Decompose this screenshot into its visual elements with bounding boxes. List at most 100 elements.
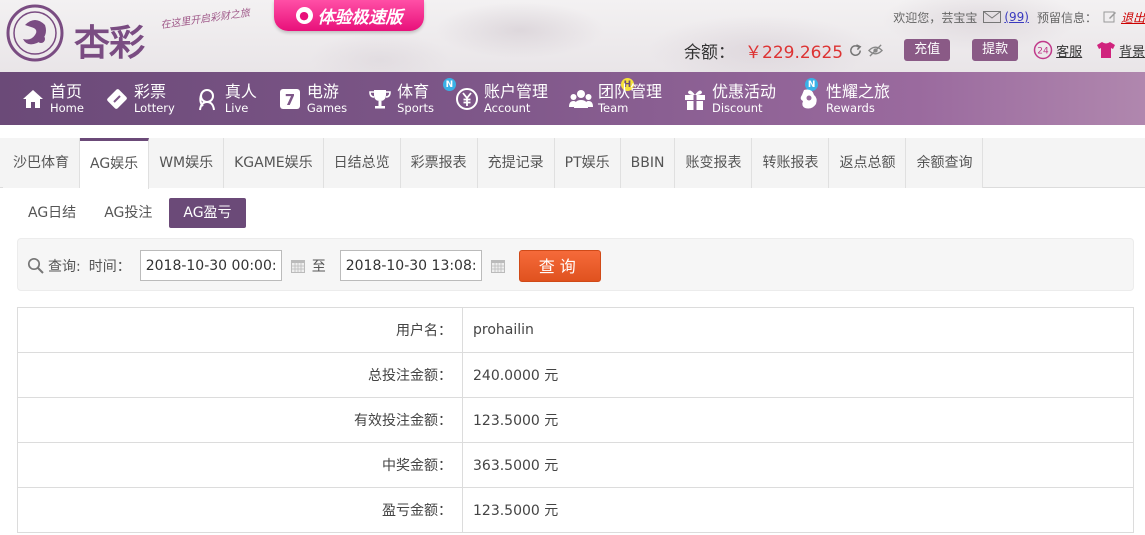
welcome-text: 欢迎您， — [893, 10, 942, 25]
search-icon — [27, 257, 44, 274]
subtab-ag-profit-loss[interactable]: AG盈亏 — [169, 198, 246, 228]
nav-item-team[interactable]: 团队管理 Team — [548, 72, 662, 125]
table-row: 有效投注金额： 123.5000 元 — [17, 397, 1134, 443]
reserve-info-label: 预留信息： — [1036, 10, 1097, 25]
tab-account-change-report[interactable]: 账变报表 — [675, 138, 753, 188]
nav-label-en: Team — [597, 100, 629, 115]
nav-label-cn: 优惠活动 — [712, 81, 777, 101]
balance-row: 余额： ￥229.2625 充值 提款 24 客服 背景 — [684, 38, 1145, 63]
tab-saba-sports[interactable]: 沙巴体育 — [3, 138, 80, 188]
tab-daily-overview[interactable]: 日结总览 — [323, 138, 401, 188]
account-yen-icon — [455, 87, 478, 110]
to-label: 至 — [311, 258, 326, 275]
query-button[interactable]: 查询 — [518, 249, 601, 282]
background-link[interactable]: 背景 — [1119, 41, 1145, 60]
logout-link[interactable]: 退出 — [1121, 9, 1145, 26]
team-icon — [568, 89, 593, 108]
table-row: 中奖金额： 363.5000 元 — [17, 442, 1134, 488]
message-count-link[interactable]: (99) — [1004, 10, 1029, 24]
tab-lottery-report[interactable]: 彩票报表 — [400, 138, 478, 188]
edit-pencil-icon[interactable] — [1103, 10, 1117, 24]
nav-label-cn: 首页 — [50, 81, 83, 101]
nav-label-en: Sports — [397, 100, 434, 115]
nav-label-cn: 性耀之旅 — [826, 81, 891, 101]
username: 芸宝宝 — [941, 10, 978, 25]
row-label: 盈亏金额： — [17, 487, 463, 533]
row-value: 123.5000 元 — [462, 487, 1134, 533]
tab-transfer-report[interactable]: 转账报表 — [752, 138, 830, 188]
calendar-icon[interactable] — [490, 258, 506, 274]
customer-service-24h-icon[interactable]: 24 — [1033, 40, 1053, 60]
rewards-icon — [800, 89, 817, 108]
recharge-button[interactable]: 充值 — [904, 39, 951, 61]
nav-label-en: Account — [483, 100, 531, 115]
tab-wm-entertainment[interactable]: WM娱乐 — [149, 138, 225, 188]
tab-deposit-withdraw-records[interactable]: 充提记录 — [477, 138, 555, 188]
nav-item-rewards[interactable]: 性耀之旅 Rewards — [776, 72, 890, 125]
svg-text:24: 24 — [1037, 47, 1049, 57]
row-label: 总投注金额： — [17, 352, 463, 398]
subtab-ag-bets[interactable]: AG投注 — [93, 198, 163, 228]
row-value: 363.5000 元 — [462, 442, 1134, 488]
profit-loss-table: 用户名： prohailin 总投注金额： 240.0000 元 有效投注金额：… — [17, 307, 1134, 533]
calendar-icon[interactable] — [290, 258, 306, 274]
speed-icon: ● — [295, 7, 313, 24]
end-date-input[interactable] — [339, 250, 482, 281]
nav-item-lottery[interactable]: 彩票 Lottery — [84, 72, 175, 125]
tab-kgame-entertainment[interactable]: KGAME娱乐 — [224, 138, 324, 188]
table-row: 用户名： prohailin — [17, 307, 1134, 353]
row-label: 用户名： — [17, 307, 463, 353]
nav-label-cn: 真人 — [224, 81, 257, 101]
svg-text:7: 7 — [285, 91, 295, 109]
start-date-input[interactable] — [139, 250, 282, 281]
subtab-ag-daily[interactable]: AG日结 — [17, 198, 87, 228]
query-label: 查询: — [48, 258, 81, 275]
row-value: prohailin — [462, 307, 1134, 353]
nav-item-games[interactable]: 7 电游 Games H — [257, 72, 634, 125]
nav-item-account[interactable]: 账户管理 Account — [434, 72, 548, 125]
gift-icon — [685, 90, 705, 110]
row-label: 中奖金额： — [17, 442, 463, 488]
nav-label-en: Games — [306, 100, 348, 115]
nav-item-live[interactable]: 真人 Live N — [175, 72, 456, 125]
main-nav: 首页Home 彩票Lottery 真人Live N 7 电游Games — [0, 72, 1145, 125]
lottery-ticket-icon — [107, 88, 127, 109]
row-label: 有效投注金额： — [17, 397, 463, 443]
nav-label-en: Discount — [712, 100, 763, 115]
nav-label-en: Lottery — [133, 100, 175, 115]
nav-label-cn: 团队管理 — [597, 81, 662, 101]
balance-label: 余额： — [684, 42, 735, 63]
nav-item-sports[interactable]: 体育 Sports N — [347, 72, 819, 125]
refresh-icon[interactable] — [848, 43, 863, 58]
time-label: 时间： — [88, 258, 131, 275]
logo-emblem-icon[interactable] — [5, 3, 65, 63]
tab-rebate-total[interactable]: 返点总额 — [829, 138, 907, 188]
tab-pt-entertainment[interactable]: PT娱乐 — [554, 138, 621, 188]
home-icon — [23, 89, 43, 108]
table-row: 盈亏金额： 123.5000 元 — [17, 487, 1134, 533]
report-tabs-bar: 沙巴体育 AG娱乐 WM娱乐 KGAME娱乐 日结总览 彩票报表 充提记录 PT… — [0, 138, 1145, 189]
withdraw-button[interactable]: 提款 — [972, 39, 1019, 61]
tab-balance-query[interactable]: 余额查询 — [906, 138, 984, 188]
nav-label-cn: 彩票 — [133, 81, 166, 101]
tab-bbin[interactable]: BBIN — [620, 138, 676, 188]
top-header: 杏彩 在这里开启彩财之旅 ● 体验极速版 欢迎您， 芸宝宝 (99) 预留信息：… — [0, 0, 1145, 72]
speed-version-button[interactable]: ● 体验极速版 — [274, 0, 424, 31]
trophy-icon — [369, 89, 391, 108]
hide-balance-eye-icon[interactable] — [868, 43, 884, 58]
balance-value: ￥229.2625 — [745, 42, 844, 63]
query-bar: 查询: 时间： 至 查询 — [17, 238, 1134, 291]
nav-label-cn: 体育 — [397, 81, 430, 101]
mail-icon[interactable] — [983, 11, 1002, 23]
logo-text[interactable]: 杏彩 — [74, 14, 145, 66]
nav-label-en: Rewards — [826, 100, 875, 115]
live-dealer-icon — [198, 88, 215, 110]
customer-service-link[interactable]: 客服 — [1056, 41, 1082, 60]
nav-label-en: Live — [224, 100, 249, 115]
row-value: 240.0000 元 — [462, 352, 1134, 398]
nav-item-home[interactable]: 首页 Home — [0, 72, 84, 125]
ag-subtabs: AG日结 AG投注 AG盈亏 — [17, 198, 252, 228]
nav-item-discount[interactable]: 优惠活动 Discount — [662, 72, 776, 125]
tab-ag-entertainment[interactable]: AG娱乐 — [80, 138, 150, 189]
background-shirt-icon[interactable] — [1096, 41, 1116, 59]
